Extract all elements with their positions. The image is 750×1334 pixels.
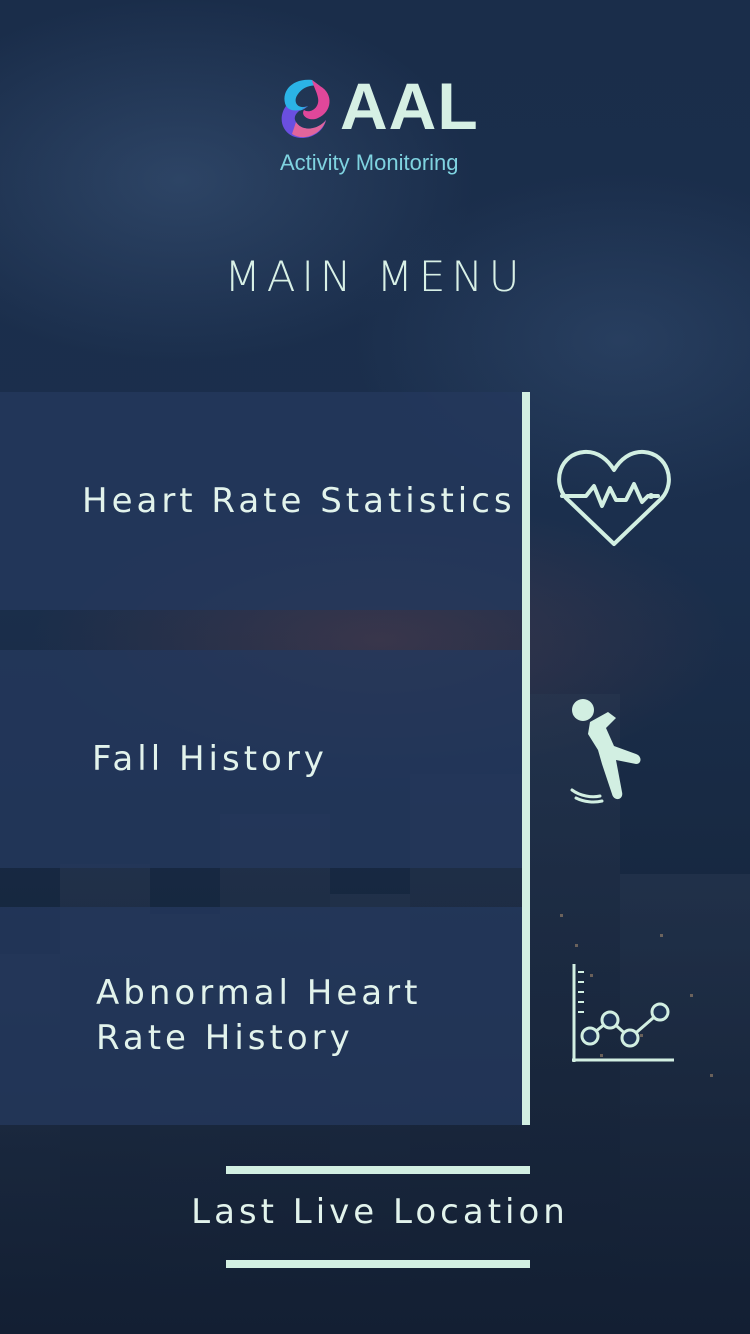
- last-live-location-button[interactable]: Last Live Location: [160, 1192, 600, 1232]
- heart-pulse-icon[interactable]: [556, 448, 672, 548]
- line-chart-icon[interactable]: [568, 962, 676, 1066]
- logo-swirl-icon: [281, 79, 330, 138]
- logo-text: AAL: [340, 69, 479, 143]
- menu-item-label: Abnormal Heart Rate History: [96, 973, 422, 1058]
- falling-person-icon[interactable]: [566, 698, 662, 808]
- menu-item-label: Fall History: [92, 738, 328, 779]
- location-bottom-rule: [226, 1260, 530, 1268]
- page-title: MAIN MENU: [224, 252, 526, 301]
- menu-item-fall-history[interactable]: Fall History: [0, 650, 522, 868]
- app-logo: AAL Activity Monitoring: [270, 69, 490, 184]
- logo-subtitle: Activity Monitoring: [280, 150, 459, 175]
- menu-item-heart-rate-statistics[interactable]: Heart Rate Statistics: [0, 392, 522, 610]
- menu-item-abnormal-heart-rate-history[interactable]: Abnormal Heart Rate History: [0, 907, 522, 1125]
- vertical-divider: [522, 392, 530, 1125]
- menu-item-label: Heart Rate Statistics: [82, 480, 516, 521]
- location-top-rule: [226, 1166, 530, 1174]
